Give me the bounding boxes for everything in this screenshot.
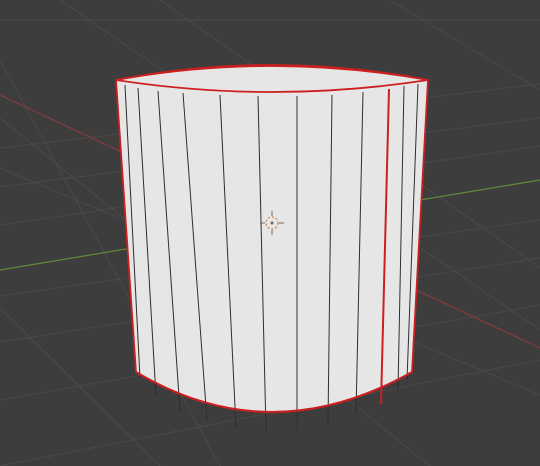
cursor-center — [270, 221, 274, 225]
3d-viewport[interactable] — [0, 0, 540, 466]
viewport-canvas[interactable] — [0, 0, 540, 466]
cylinder-object[interactable] — [115, 64, 429, 432]
